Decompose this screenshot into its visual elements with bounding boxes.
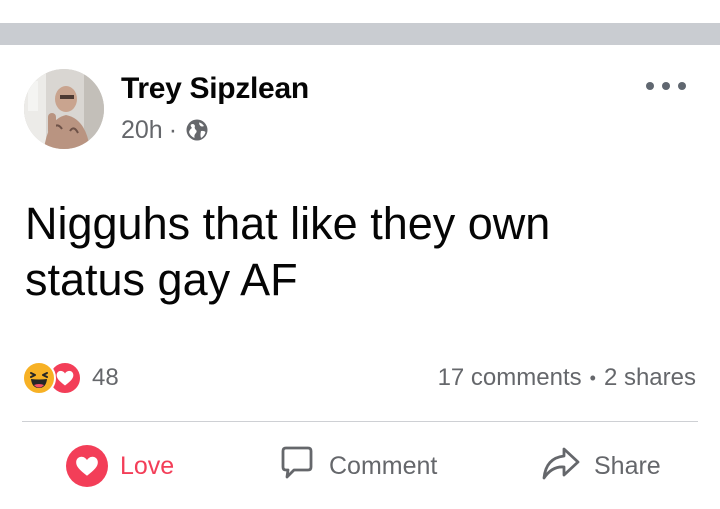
feed-separator	[0, 23, 720, 45]
globe-icon[interactable]	[185, 118, 209, 142]
author-name[interactable]: Trey Sipzlean	[121, 72, 309, 106]
meta-separator: ·	[168, 115, 178, 144]
love-button[interactable]: Love	[66, 445, 175, 487]
reactions-summary[interactable]: 48	[22, 360, 119, 396]
post-text-line: status gay AF	[25, 254, 298, 305]
comment-button[interactable]: Comment	[277, 446, 437, 486]
post-text: Nigguhs that like they own status gay AF	[25, 196, 705, 308]
action-divider	[22, 421, 698, 422]
comment-label: Comment	[329, 451, 438, 480]
stats-separator: •	[589, 367, 596, 388]
share-label: Share	[594, 451, 661, 480]
post-time[interactable]: 20h	[121, 116, 163, 145]
more-dot	[646, 82, 654, 90]
post-meta: 20h ·	[121, 115, 209, 145]
comments-count[interactable]: 17 comments	[438, 364, 582, 392]
shares-count[interactable]: 2 shares	[604, 364, 696, 392]
haha-icon	[22, 361, 56, 395]
share-button[interactable]: Share	[540, 446, 661, 486]
post-stats: 17 comments • 2 shares	[438, 364, 696, 392]
share-icon	[540, 443, 582, 490]
more-dot	[662, 82, 670, 90]
comment-icon	[277, 443, 317, 490]
top-bar	[0, 0, 720, 23]
more-dot	[678, 82, 686, 90]
author-avatar[interactable]	[24, 69, 104, 149]
reaction-count: 48	[92, 364, 119, 391]
post-text-line: Nigguhs that like they own	[25, 198, 551, 249]
more-horizontal-icon[interactable]	[646, 74, 686, 98]
love-icon	[66, 445, 108, 487]
love-label: Love	[120, 451, 175, 480]
